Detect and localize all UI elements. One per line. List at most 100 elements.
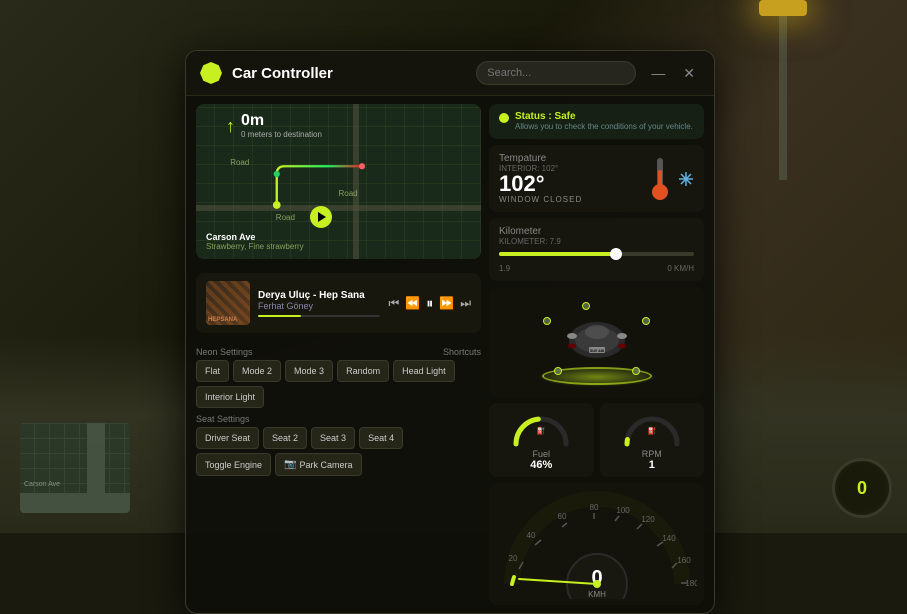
music-prev-button[interactable]: ⏮ xyxy=(388,296,399,311)
km-slider-fill xyxy=(499,252,616,256)
svg-text:SUV 448: SUV 448 xyxy=(589,349,603,353)
music-info: Derya Uluç - Hep Sana Ferhat Göney xyxy=(258,290,380,317)
rpm-gauge: ⛽ RPM 1 xyxy=(600,403,705,477)
svg-text:180: 180 xyxy=(685,579,697,588)
shortcut-headlight-button[interactable]: Head Light xyxy=(393,360,455,382)
neon-random-button[interactable]: Random xyxy=(337,360,389,382)
seat-buttons-row: Driver Seat Seat 2 Seat 3 Seat 4 Toggle … xyxy=(196,427,481,476)
seat2-button[interactable]: Seat 2 xyxy=(263,427,307,449)
car-body: SUV 448 xyxy=(552,312,642,372)
svg-text:⛽: ⛽ xyxy=(537,426,546,435)
left-column: ↑ 0m 0 meters to destination Road Road R… xyxy=(196,104,481,605)
thermometer-svg xyxy=(646,154,674,204)
app-icon xyxy=(200,62,222,84)
temp-label: Tempature xyxy=(499,153,582,164)
car-area: SUV 448 xyxy=(489,287,704,397)
bg-minimap-label: Carson Ave xyxy=(24,481,60,488)
road-label-2: Road xyxy=(339,189,358,198)
distance-info: 0m 0 meters to destination xyxy=(241,112,322,139)
neon-mode2-button[interactable]: Mode 2 xyxy=(233,360,281,382)
bg-speed-hint: 0 xyxy=(832,458,892,518)
map-area: ↑ 0m 0 meters to destination Road Road R… xyxy=(196,104,481,259)
neon-mode3-button[interactable]: Mode 3 xyxy=(285,360,333,382)
svg-text:80: 80 xyxy=(589,503,598,512)
map-address-sub: Strawberry, Fine strawberry xyxy=(206,242,304,251)
bg-minimap-road-h xyxy=(20,493,130,513)
status-label: Status : Safe xyxy=(515,111,693,122)
temp-icon xyxy=(646,154,694,204)
distance-sublabel: 0 meters to destination xyxy=(241,130,322,139)
fuel-arc-svg: ⛽ xyxy=(511,409,571,447)
distance-value: 0m xyxy=(241,112,322,130)
km-slider-thumb[interactable] xyxy=(610,248,622,260)
music-title: Derya Uluç - Hep Sana xyxy=(258,290,380,301)
search-input[interactable] xyxy=(476,61,636,85)
close-button[interactable]: ✕ xyxy=(678,63,700,84)
map-address: Carson Ave xyxy=(206,232,304,242)
seat4-button[interactable]: Seat 4 xyxy=(359,427,403,449)
shortcut-interior-button[interactable]: Interior Light xyxy=(196,386,264,408)
seat-header: Seat Settings xyxy=(196,414,481,424)
fuel-gauge: ⛽ Fuel 46% xyxy=(489,403,594,477)
fuel-value: 46% xyxy=(497,459,586,471)
temp-value: 102° xyxy=(499,173,582,195)
temperature-card: Tempature INTERIOR: 102° 102° WINDOW CLO… xyxy=(489,145,704,212)
status-card: Status : Safe Allows you to check the co… xyxy=(489,104,704,139)
music-rewind-button[interactable]: ⏪ xyxy=(405,296,420,310)
main-layout: ↑ 0m 0 meters to destination Road Road R… xyxy=(186,96,714,613)
temp-status: WINDOW CLOSED xyxy=(499,195,582,204)
car-indicator-right xyxy=(642,317,650,325)
music-thumbnail: HEPSANA xyxy=(206,281,250,325)
kilometer-card: Kilometer KILOMETER: 7.9 1.9 0 KM/H xyxy=(489,218,704,281)
car-indicator-left xyxy=(543,317,551,325)
temp-info: Tempature INTERIOR: 102° 102° WINDOW CLO… xyxy=(499,153,582,204)
svg-text:60: 60 xyxy=(557,512,566,521)
driver-seat-button[interactable]: Driver Seat xyxy=(196,427,259,449)
minimize-button[interactable]: — xyxy=(646,63,670,83)
route-svg xyxy=(239,143,439,221)
neon-buttons-row: Flat Mode 2 Mode 3 Random Head Light Int… xyxy=(196,360,481,408)
window-controls: — ✕ xyxy=(646,63,700,84)
park-camera-button[interactable]: 📷 Park Camera xyxy=(275,453,361,476)
rpm-value: 1 xyxy=(608,459,697,471)
map-footer: Carson Ave Strawberry, Fine strawberry xyxy=(206,232,304,251)
bg-minimap: Carson Ave xyxy=(20,423,130,513)
km-slider[interactable] xyxy=(499,252,694,256)
neon-flat-button[interactable]: Flat xyxy=(196,360,229,382)
status-indicator xyxy=(499,113,509,123)
road-label-1: Road xyxy=(230,158,249,167)
settings-header: Neon Settings Shortcuts xyxy=(196,347,481,357)
music-progress-bar[interactable] xyxy=(258,315,380,317)
km-sublabel: KILOMETER: 7.9 xyxy=(499,237,694,246)
speedometer-card: 20 40 60 80 100 120 xyxy=(489,483,704,605)
music-controls: ⏮ ⏪ ⏸ ⏩ ⏭ xyxy=(388,295,471,312)
direction-arrow: ↑ xyxy=(226,117,235,135)
camera-icon: 📷 xyxy=(284,459,296,470)
status-description: Allows you to check the conditions of yo… xyxy=(515,122,693,132)
km-right-value: 0 KM/H xyxy=(667,264,694,273)
speedometer-svg: 20 40 60 80 100 120 xyxy=(497,489,697,599)
km-left-value: 1.9 xyxy=(499,264,510,273)
music-play-button[interactable]: ⏸ xyxy=(426,295,433,312)
window-title: Car Controller xyxy=(232,65,466,82)
seat3-button[interactable]: Seat 3 xyxy=(311,427,355,449)
music-progress-fill xyxy=(258,315,301,317)
svg-text:100: 100 xyxy=(616,506,630,515)
map-distance-display: ↑ 0m 0 meters to destination xyxy=(226,112,322,139)
music-next-button[interactable]: ⏭ xyxy=(460,296,471,311)
gauges-row: ⛽ Fuel 46% ⛽ RPM 1 xyxy=(489,403,704,477)
bg-streetlight xyxy=(779,0,787,180)
title-bar: Car Controller — ✕ xyxy=(186,51,714,96)
map-play-button[interactable] xyxy=(310,206,332,228)
snowflake-icon xyxy=(678,171,694,187)
svg-text:KMH: KMH xyxy=(588,590,606,599)
all-settings: Neon Settings Shortcuts Flat Mode 2 Mode… xyxy=(196,347,481,476)
svg-text:20: 20 xyxy=(508,554,517,563)
rpm-arc-svg: ⛽ xyxy=(622,409,682,447)
neon-settings-label: Neon Settings xyxy=(196,347,253,357)
toggle-engine-button[interactable]: Toggle Engine xyxy=(196,453,271,476)
right-column: Status : Safe Allows you to check the co… xyxy=(489,104,704,605)
svg-text:120: 120 xyxy=(641,515,655,524)
music-forward-button[interactable]: ⏩ xyxy=(439,296,454,310)
music-artist: Ferhat Göney xyxy=(258,301,380,311)
